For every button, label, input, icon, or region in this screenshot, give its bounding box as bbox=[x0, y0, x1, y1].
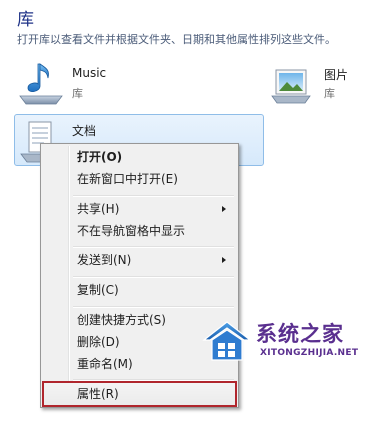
library-name: 文档 bbox=[72, 124, 97, 138]
library-name: Music bbox=[72, 66, 107, 80]
menu-item-hide-in-nav[interactable]: 不在导航窗格中显示 bbox=[44, 220, 235, 242]
menu-separator bbox=[73, 195, 234, 197]
menu-separator bbox=[73, 246, 234, 248]
menu-item-label: 共享(H) bbox=[77, 202, 120, 216]
pictures-library-icon bbox=[271, 69, 311, 104]
watermark: 系统之家 XITONGZHIJIA.NET bbox=[200, 312, 378, 374]
menu-item-label: 打开(O) bbox=[77, 150, 123, 164]
submenu-arrow-icon bbox=[222, 206, 226, 212]
menu-item-share[interactable]: 共享(H) bbox=[44, 198, 235, 220]
menu-item-label: 创建快捷方式(S) bbox=[77, 313, 166, 327]
menu-separator bbox=[73, 379, 234, 381]
page-title: 库 bbox=[17, 10, 34, 30]
watermark-title: 系统之家 bbox=[256, 322, 344, 346]
menu-item-properties[interactable]: 属性(R) bbox=[42, 381, 237, 407]
menu-item-open-new-window[interactable]: 在新窗口中打开(E) bbox=[44, 168, 235, 190]
menu-item-label: 不在导航窗格中显示 bbox=[77, 224, 186, 238]
menu-separator bbox=[73, 276, 234, 278]
house-logo-icon bbox=[202, 321, 252, 361]
library-item-music[interactable]: Music 库 bbox=[16, 60, 176, 110]
menu-item-copy[interactable]: 复制(C) bbox=[44, 279, 235, 301]
menu-item-send-to[interactable]: 发送到(N) bbox=[44, 249, 235, 271]
library-item-pictures[interactable]: 图片 库 bbox=[268, 60, 376, 110]
menu-item-open[interactable]: 打开(O) bbox=[44, 146, 235, 168]
submenu-arrow-icon bbox=[222, 257, 226, 263]
menu-item-label: 重命名(M) bbox=[77, 357, 133, 371]
library-type: 库 bbox=[72, 87, 83, 100]
watermark-url: XITONGZHIJIA.NET bbox=[260, 348, 359, 358]
menu-item-label: 在新窗口中打开(E) bbox=[77, 172, 178, 186]
library-type: 库 bbox=[324, 87, 335, 100]
music-library-icon bbox=[19, 63, 63, 105]
page-description: 打开库以查看文件并根据文件夹、日期和其他属性排列这些文件。 bbox=[17, 33, 336, 46]
menu-item-label: 复制(C) bbox=[77, 283, 119, 297]
menu-item-label: 删除(D) bbox=[77, 335, 120, 349]
menu-item-label: 发送到(N) bbox=[77, 253, 132, 267]
menu-item-label: 属性(R) bbox=[77, 387, 119, 401]
library-name: 图片 bbox=[324, 68, 349, 82]
menu-separator bbox=[73, 306, 234, 308]
